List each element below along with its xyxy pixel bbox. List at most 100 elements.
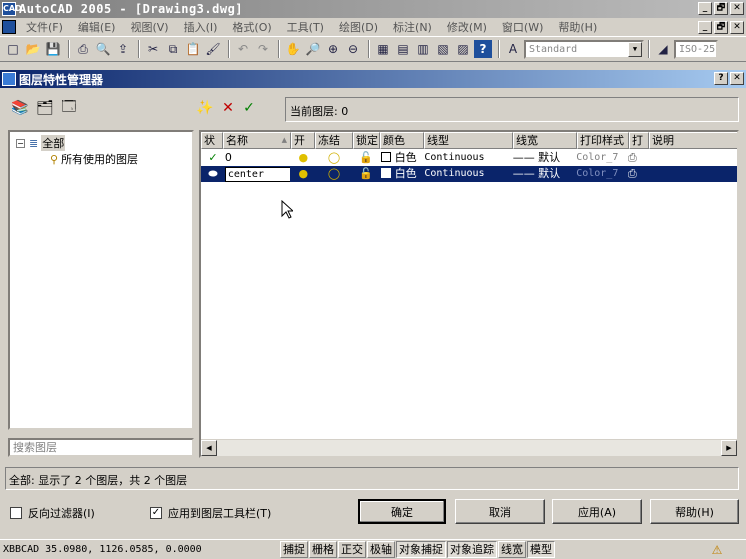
zoom-previous-icon[interactable]: ⊖ (344, 40, 362, 58)
lightbulb-on-icon[interactable]: ● (290, 150, 314, 166)
lock-open-icon[interactable]: 🔓 (352, 150, 379, 166)
paste-icon[interactable]: 📋 (184, 40, 202, 58)
new-group-filter-icon[interactable]: 🗂 (33, 97, 57, 119)
layer-row-selected[interactable]: ⬬ ● ◯ 🔓 白色 Continuous —— 默认 Color_7 ⎙ (201, 166, 737, 182)
doc-restore-button[interactable]: 🗗 (714, 21, 728, 34)
layer-name-cell[interactable] (223, 166, 291, 182)
lock-open-icon[interactable]: 🔓 (352, 166, 379, 182)
tool-palettes-icon[interactable]: ▥ (414, 40, 432, 58)
apply-to-toolbar-option[interactable]: ✓ 应用到图层工具栏(T) (150, 505, 271, 521)
match-properties-icon[interactable]: 🖌 (204, 40, 222, 58)
grid-toggle[interactable]: 栅格 (309, 541, 337, 558)
apply-button[interactable]: 应用(A) (552, 499, 642, 524)
layer-description[interactable] (646, 166, 737, 182)
properties-icon[interactable]: ▦ (374, 40, 392, 58)
redo-icon[interactable]: ↷ (254, 40, 272, 58)
scroll-right-icon[interactable]: ▶ (721, 440, 737, 456)
otrack-toggle[interactable]: 对象追踪 (447, 541, 497, 558)
menu-tools[interactable]: 工具(T) (281, 19, 333, 35)
markup-icon[interactable]: ▨ (454, 40, 472, 58)
invert-filter-checkbox[interactable] (10, 507, 22, 519)
undo-icon[interactable]: ↶ (234, 40, 252, 58)
layer-linetype[interactable]: Continuous (422, 166, 510, 182)
column-plot[interactable]: 打 (629, 132, 649, 149)
help-icon[interactable]: ? (474, 40, 492, 58)
new-icon[interactable]: □ (4, 40, 22, 58)
sun-thawed-icon[interactable]: ◯ (314, 150, 352, 166)
doc-close-button[interactable]: ✕ (730, 21, 744, 34)
column-plot-style[interactable]: 打印样式 (577, 132, 629, 149)
open-icon[interactable]: 📂 (24, 40, 42, 58)
tree-node-used-layers[interactable]: ⚲ 所有使用的图层 (50, 151, 138, 167)
zoom-realtime-icon[interactable]: 🔎 (304, 40, 322, 58)
dialog-close-button[interactable]: ✕ (730, 72, 744, 85)
column-lock[interactable]: 锁定 (353, 132, 380, 149)
layer-color[interactable]: 白色 (379, 150, 423, 166)
cancel-button[interactable]: 取消 (455, 499, 545, 524)
menu-edit[interactable]: 编辑(E) (72, 19, 125, 35)
communication-center-icon[interactable]: ⚠ (708, 541, 726, 559)
help-button[interactable]: 帮助(H) (650, 499, 739, 524)
menu-file[interactable]: 文件(F) (20, 19, 72, 35)
column-lineweight[interactable]: 线宽 (513, 132, 577, 149)
ortho-toggle[interactable]: 正交 (338, 541, 366, 558)
chevron-down-icon[interactable]: ▼ (628, 41, 642, 57)
menu-insert[interactable]: 插入(I) (178, 19, 227, 35)
model-toggle[interactable]: 模型 (527, 541, 555, 558)
ok-button[interactable]: 确定 (358, 499, 446, 524)
column-on[interactable]: 开 (291, 132, 315, 149)
dim-style-combo[interactable]: ISO-25 (674, 39, 718, 59)
cut-icon[interactable]: ✂ (144, 40, 162, 58)
snap-toggle[interactable]: 捕捉 (280, 541, 308, 558)
new-layer-icon[interactable]: ✨ (193, 97, 217, 119)
document-icon[interactable] (2, 20, 16, 34)
column-status[interactable]: 状 (201, 132, 223, 149)
menu-dimension[interactable]: 标注(N) (387, 19, 441, 35)
new-property-filter-icon[interactable]: 📚 (8, 97, 32, 119)
publish-icon[interactable]: ⇪ (114, 40, 132, 58)
pan-icon[interactable]: ✋ (284, 40, 302, 58)
dialog-help-button[interactable]: ? (714, 72, 728, 85)
doc-minimize-button[interactable]: _ (698, 21, 712, 34)
sheet-set-icon[interactable]: ▧ (434, 40, 452, 58)
print-icon[interactable]: ⎙ (74, 40, 92, 58)
set-current-icon[interactable]: ✓ (237, 97, 261, 119)
layer-linetype[interactable]: Continuous (422, 150, 510, 166)
collapse-icon[interactable]: − (16, 138, 25, 148)
osnap-toggle[interactable]: 对象捕捉 (396, 541, 446, 558)
layer-description[interactable] (646, 150, 737, 166)
search-input[interactable] (8, 438, 194, 457)
minimize-button[interactable]: _ (698, 2, 712, 15)
copy-icon[interactable]: ⧉ (164, 40, 182, 58)
sun-thawed-icon[interactable]: ◯ (314, 166, 352, 182)
horizontal-scrollbar[interactable]: ◀ ▶ (201, 439, 737, 456)
layer-name-input[interactable] (224, 167, 291, 182)
lightbulb-on-icon[interactable]: ● (290, 166, 314, 182)
tree-node-all[interactable]: − ≣ 全部 (16, 135, 66, 151)
column-name[interactable]: 名称 ▲ (223, 132, 291, 149)
layer-states-manager-icon[interactable]: 🗔 (57, 97, 81, 119)
layer-lineweight[interactable]: —— 默认 (511, 150, 575, 166)
column-freeze[interactable]: 冻结 (315, 132, 353, 149)
scroll-left-icon[interactable]: ◀ (201, 440, 217, 456)
layer-row[interactable]: ✓ 0 ● ◯ 🔓 白色 Continuous —— 默认 Color_7 ⎙ (201, 150, 737, 166)
layer-name[interactable]: 0 (223, 150, 290, 166)
printer-icon[interactable]: ⎙ (626, 166, 646, 182)
menu-format[interactable]: 格式(O) (226, 19, 280, 35)
column-linetype[interactable]: 线型 (424, 132, 513, 149)
restore-button[interactable]: 🗗 (714, 2, 728, 15)
print-preview-icon[interactable]: 🔍 (94, 40, 112, 58)
invert-filter-option[interactable]: 反向过滤器(I) (10, 505, 95, 521)
zoom-window-icon[interactable]: ⊕ (324, 40, 342, 58)
menu-draw[interactable]: 绘图(D) (333, 19, 387, 35)
lineweight-toggle[interactable]: 线宽 (498, 541, 526, 558)
close-button[interactable]: ✕ (730, 2, 744, 15)
design-center-icon[interactable]: ▤ (394, 40, 412, 58)
save-icon[interactable]: 💾 (44, 40, 62, 58)
menu-window[interactable]: 窗口(W) (496, 19, 552, 35)
menu-view[interactable]: 视图(V) (124, 19, 177, 35)
menu-modify[interactable]: 修改(M) (441, 19, 496, 35)
column-color[interactable]: 颜色 (380, 132, 424, 149)
menu-help[interactable]: 帮助(H) (552, 19, 606, 35)
layer-lineweight[interactable]: —— 默认 (511, 166, 575, 182)
